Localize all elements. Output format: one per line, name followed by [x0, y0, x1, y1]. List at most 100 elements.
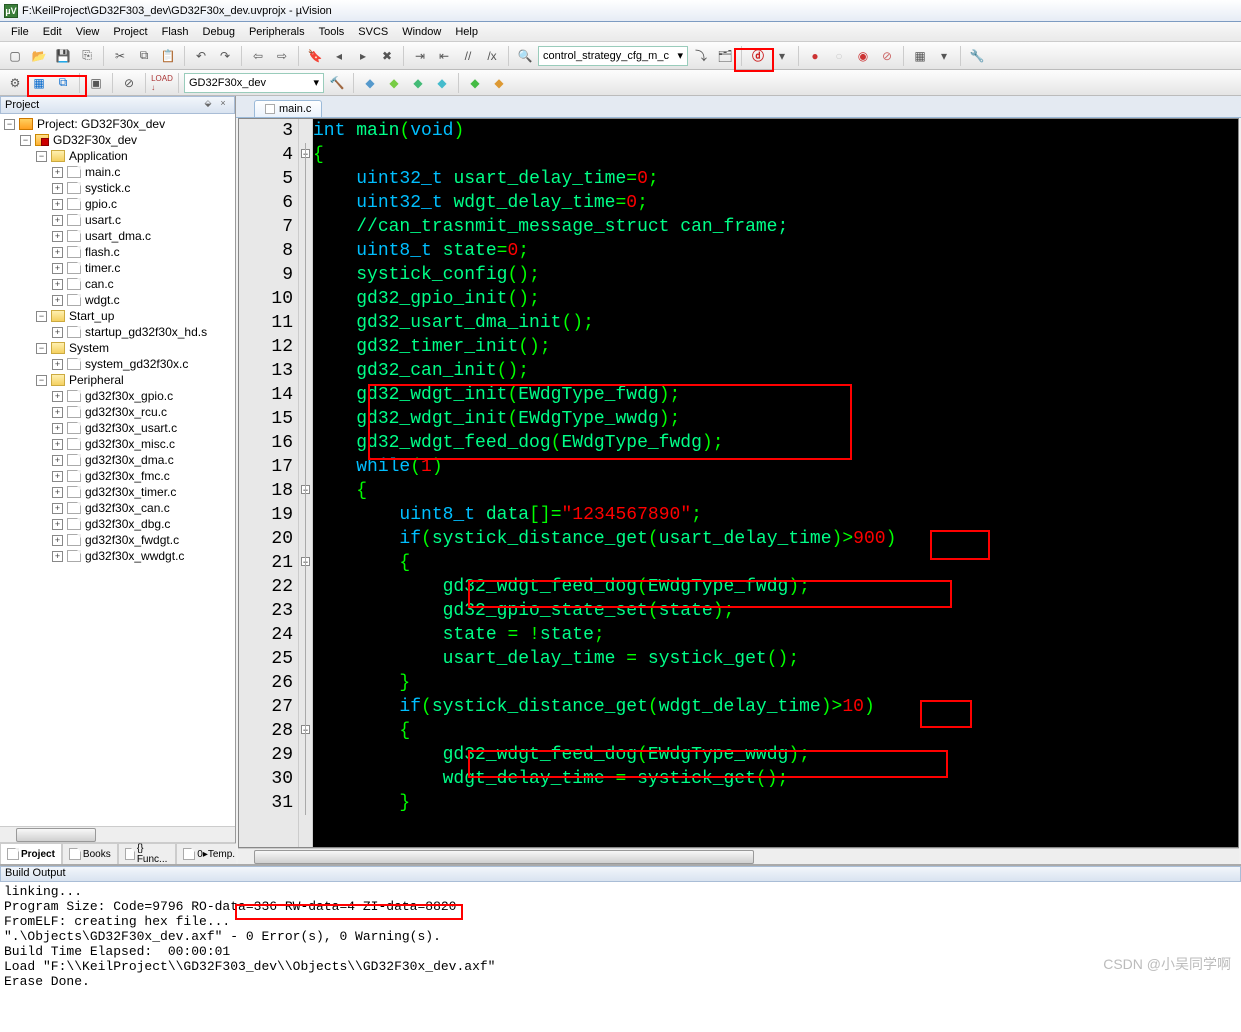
- breakpoint-kill-icon[interactable]: ◉: [852, 45, 874, 67]
- project-panel-title: Project ⬙ ×: [0, 96, 235, 114]
- find-icon[interactable]: 🔍: [514, 45, 536, 67]
- menu-edit[interactable]: Edit: [36, 24, 69, 40]
- tree-file-gd32f30x_dbg-c[interactable]: +gd32f30x_dbg.c: [0, 516, 235, 532]
- highlight-find_box: [734, 48, 774, 72]
- tree-file-usart_dma-c[interactable]: +usart_dma.c: [0, 228, 235, 244]
- editor-tab-mainc[interactable]: main.c: [254, 100, 322, 117]
- tree-file-wdgt-c[interactable]: +wdgt.c: [0, 292, 235, 308]
- debug-dropdown-icon[interactable]: ▾: [771, 45, 793, 67]
- menu-debug[interactable]: Debug: [196, 24, 242, 40]
- bookmark-prev-icon[interactable]: ◂: [328, 45, 350, 67]
- save-all-icon[interactable]: ⎘: [76, 45, 98, 67]
- menu-svcs[interactable]: SVCS: [351, 24, 395, 40]
- window-dropdown-icon[interactable]: ▾: [933, 45, 955, 67]
- build-output-text[interactable]: linking... Program Size: Code=9796 RO-da…: [0, 882, 1241, 1032]
- menu-window[interactable]: Window: [395, 24, 448, 40]
- project-tab-1[interactable]: Books: [62, 843, 118, 864]
- tree-file-can-c[interactable]: +can.c: [0, 276, 235, 292]
- tree-file-gd32f30x_fmc-c[interactable]: +gd32f30x_fmc.c: [0, 468, 235, 484]
- project-hscroll[interactable]: [0, 826, 235, 842]
- tree-group-peripheral[interactable]: −Peripheral: [0, 372, 235, 388]
- breakpoint-disable-icon[interactable]: ○: [828, 45, 850, 67]
- outdent-icon[interactable]: ⇤: [433, 45, 455, 67]
- project-tab-2[interactable]: {} Func...: [118, 843, 177, 864]
- tree-file-usart-c[interactable]: +usart.c: [0, 212, 235, 228]
- tree-file-main-c[interactable]: +main.c: [0, 164, 235, 180]
- bookmark-clear-icon[interactable]: ✖: [376, 45, 398, 67]
- tree-file-gd32f30x_can-c[interactable]: +gd32f30x_can.c: [0, 500, 235, 516]
- menu-tools[interactable]: Tools: [312, 24, 352, 40]
- undo-icon[interactable]: ↶: [190, 45, 212, 67]
- bookmark-icon[interactable]: 🔖: [304, 45, 326, 67]
- tree-file-timer-c[interactable]: +timer.c: [0, 260, 235, 276]
- highlight-code_box2: [468, 580, 952, 608]
- project-panel: Project ⬙ × −Project: GD32F30x_dev−GD32F…: [0, 96, 236, 864]
- menu-help[interactable]: Help: [448, 24, 485, 40]
- menu-view[interactable]: View: [69, 24, 107, 40]
- rte-pack1-icon[interactable]: ◆: [383, 72, 405, 94]
- uncomment-icon[interactable]: /x: [481, 45, 503, 67]
- translate-icon[interactable]: ⚙: [4, 72, 26, 94]
- comment-icon[interactable]: //: [457, 45, 479, 67]
- tree-file-gd32f30x_misc-c[interactable]: +gd32f30x_misc.c: [0, 436, 235, 452]
- file-icon: [265, 104, 275, 114]
- batch-build-icon[interactable]: ▣: [85, 72, 107, 94]
- editor-hscroll[interactable]: [238, 848, 1239, 864]
- copy-icon[interactable]: ⧉: [133, 45, 155, 67]
- tree-file-gd32f30x_wwdgt-c[interactable]: +gd32f30x_wwdgt.c: [0, 548, 235, 564]
- tree-file-gd32f30x_fwdgt-c[interactable]: +gd32f30x_fwdgt.c: [0, 532, 235, 548]
- find-in-files-icon[interactable]: 🗂: [714, 45, 736, 67]
- rte-pack2-icon[interactable]: ◆: [407, 72, 429, 94]
- open-file-icon[interactable]: 📂: [28, 45, 50, 67]
- tree-file-system_gd32f30x-c[interactable]: +system_gd32f30x.c: [0, 356, 235, 372]
- rte-pack5-icon[interactable]: ◆: [488, 72, 510, 94]
- highlight-val900: [930, 530, 990, 560]
- panel-pin-icon[interactable]: ⬙: [201, 98, 215, 112]
- find-combo[interactable]: control_strategy_cfg_m_c▾: [538, 46, 688, 66]
- rte-pack3-icon[interactable]: ◆: [431, 72, 453, 94]
- manage-rte-icon[interactable]: ◆: [359, 72, 381, 94]
- tree-file-gpio-c[interactable]: +gpio.c: [0, 196, 235, 212]
- new-file-icon[interactable]: ▢: [4, 45, 26, 67]
- tree-project-root[interactable]: −Project: GD32F30x_dev: [0, 116, 235, 132]
- options-icon[interactable]: 🔨: [326, 72, 348, 94]
- project-tab-0[interactable]: Project: [0, 843, 62, 864]
- tree-file-gd32f30x_gpio-c[interactable]: +gd32f30x_gpio.c: [0, 388, 235, 404]
- project-tree[interactable]: −Project: GD32F30x_dev−GD32F30x_dev−Appl…: [0, 114, 235, 826]
- save-icon[interactable]: 💾: [52, 45, 74, 67]
- breakpoint-skip-icon[interactable]: ⊘: [876, 45, 898, 67]
- menu-peripherals[interactable]: Peripherals: [242, 24, 312, 40]
- tree-group-system[interactable]: −System: [0, 340, 235, 356]
- code-editor[interactable]: int main(void){ uint32_t usart_delay_tim…: [238, 118, 1239, 848]
- indent-icon[interactable]: ⇥: [409, 45, 431, 67]
- tree-file-gd32f30x_dma-c[interactable]: +gd32f30x_dma.c: [0, 452, 235, 468]
- breakpoint-icon[interactable]: ●: [804, 45, 826, 67]
- paste-icon[interactable]: 📋: [157, 45, 179, 67]
- nav-back-icon[interactable]: ⇦: [247, 45, 269, 67]
- bookmark-next-icon[interactable]: ▸: [352, 45, 374, 67]
- window-layout-icon[interactable]: ▦: [909, 45, 931, 67]
- menu-file[interactable]: File: [4, 24, 36, 40]
- tree-file-systick-c[interactable]: +systick.c: [0, 180, 235, 196]
- nav-fwd-icon[interactable]: ⇨: [271, 45, 293, 67]
- tree-file-gd32f30x_usart-c[interactable]: +gd32f30x_usart.c: [0, 420, 235, 436]
- stop-build-icon[interactable]: ⊘: [118, 72, 140, 94]
- menu-flash[interactable]: Flash: [155, 24, 196, 40]
- download-icon[interactable]: LOAD↓: [151, 72, 173, 94]
- panel-close-icon[interactable]: ×: [216, 98, 230, 112]
- tree-file-flash-c[interactable]: +flash.c: [0, 244, 235, 260]
- redo-icon[interactable]: ↷: [214, 45, 236, 67]
- tree-file-gd32f30x_rcu-c[interactable]: +gd32f30x_rcu.c: [0, 404, 235, 420]
- tree-group-start_up[interactable]: −Start_up: [0, 308, 235, 324]
- configure-icon[interactable]: 🔧: [966, 45, 988, 67]
- tree-file-gd32f30x_timer-c[interactable]: +gd32f30x_timer.c: [0, 484, 235, 500]
- rte-pack4-icon[interactable]: ◆: [464, 72, 486, 94]
- cut-icon[interactable]: ✂: [109, 45, 131, 67]
- build-output-title: Build Output: [0, 866, 1241, 882]
- tree-target[interactable]: −GD32F30x_dev: [0, 132, 235, 148]
- menu-project[interactable]: Project: [106, 24, 154, 40]
- tree-file-startup_gd32f30x_hd-s[interactable]: +startup_gd32f30x_hd.s: [0, 324, 235, 340]
- target-select-combo[interactable]: GD32F30x_dev▾: [184, 73, 324, 93]
- find-next-icon[interactable]: ⤵: [690, 45, 712, 67]
- tree-group-application[interactable]: −Application: [0, 148, 235, 164]
